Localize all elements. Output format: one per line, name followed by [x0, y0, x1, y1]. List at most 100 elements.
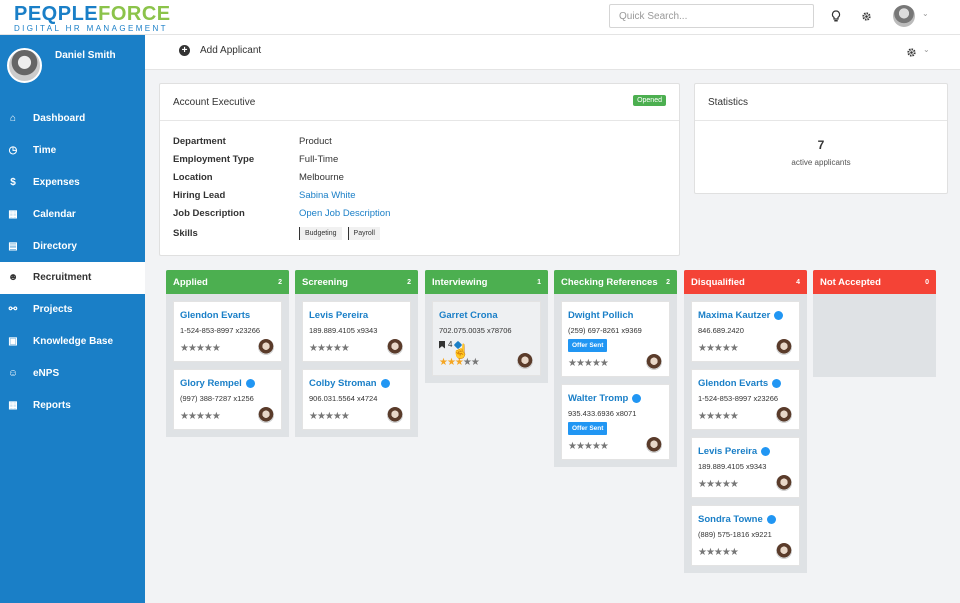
user-avatar[interactable]: [893, 5, 915, 27]
chevron-down-icon[interactable]: ⌄: [922, 9, 929, 18]
home-icon: ⌂: [9, 113, 17, 125]
rating-stars[interactable]: ★★★★★: [568, 358, 609, 369]
sidebar-item-label: Reports: [33, 399, 71, 411]
settings-chevron-down-icon[interactable]: ⌄: [923, 45, 930, 54]
sidebar-nav: ⌂ Dashboard ◷ Time $ Expenses ▦ Calendar ▤ Direct…: [0, 103, 145, 421]
avatar: [387, 339, 403, 355]
status-dot-icon: [380, 379, 390, 388]
sidebar-item-knowledge-base[interactable]: ▣ Knowledge Base: [0, 326, 145, 358]
hand-cursor-icon: ☝: [452, 343, 470, 359]
add-applicant-button[interactable]: + Add Applicant: [179, 45, 261, 56]
rating-stars[interactable]: ★★★★★: [698, 547, 739, 558]
pipeline-column-not-accepted: Not Accepted 0: [813, 270, 936, 377]
applicant-card[interactable]: Sondra Towne (889) 575-1816 x9221 ★★★★★: [691, 505, 800, 566]
applicant-card[interactable]: Maxima Kautzer 846.689.2420 ★★★★★: [691, 301, 800, 362]
pipeline-column-applied: Applied 2 Glendon Evarts 1-524-853-8997 x23…: [166, 270, 289, 437]
rating-stars[interactable]: ★★★★★: [309, 343, 350, 354]
rating-stars[interactable]: ★★★★★: [698, 411, 739, 422]
sidebar-item-enps[interactable]: ☺ eNPS: [0, 357, 145, 389]
avatar: [776, 475, 792, 491]
rating-stars[interactable]: ★★★★★: [568, 441, 609, 452]
column-header[interactable]: Not Accepted 0: [813, 270, 936, 294]
column-body: Maxima Kautzer 846.689.2420 ★★★★★ Glendon E…: [684, 294, 807, 566]
sidebar-item-dashboard[interactable]: ⌂ Dashboard: [0, 103, 145, 135]
applicant-card[interactable]: Dwight Pollich (259) 697-8261 x9369 Offer …: [561, 301, 670, 377]
column-header[interactable]: Screening 2: [295, 270, 418, 294]
sidebar-user[interactable]: Daniel Smith: [0, 35, 145, 97]
avatar: [258, 407, 274, 423]
applicant-phone: (997) 388-7287 x1256: [180, 394, 254, 403]
rating-stars[interactable]: ★★★★★: [180, 343, 221, 354]
lightbulb-icon[interactable]: [828, 8, 844, 24]
rating-stars[interactable]: ★★★★★: [180, 411, 221, 422]
applicant-name[interactable]: Glendon Evarts: [698, 378, 768, 389]
applicant-card[interactable]: Walter Tromp 935.433.6936 x8071 Offer Sent…: [561, 384, 670, 460]
status-dot-icon: [761, 447, 771, 456]
sidebar-item-directory[interactable]: ▤ Directory: [0, 230, 145, 262]
applicant-name[interactable]: Garret Crona: [439, 310, 498, 321]
calendar-icon: ▦: [8, 208, 18, 220]
sidebar-item-time[interactable]: ◷ Time: [0, 135, 145, 167]
applicant-card[interactable]: Glendon Evarts 1-524-853-8997 x23266 ★★★★★: [173, 301, 282, 362]
applicant-name[interactable]: Glendon Evarts: [180, 310, 250, 321]
sidebar-item-expenses[interactable]: $ Expenses: [0, 167, 145, 199]
job-field-row: Hiring Lead Sabina White: [173, 186, 666, 204]
applicant-name[interactable]: Colby Stroman: [309, 378, 377, 389]
job-title: Account Executive: [173, 96, 256, 108]
field-value: Full-Time: [299, 153, 339, 165]
logo-tagline: DIGITAL HR MANAGEMENT: [14, 24, 168, 33]
column-title: Interviewing: [432, 276, 488, 288]
quick-search-input[interactable]: [609, 4, 814, 28]
sidebar-item-label: Projects: [33, 304, 73, 316]
sidebar-item-label: Recruitment: [33, 272, 92, 284]
job-field-row: Employment Type Full-Time: [173, 150, 666, 168]
applicant-card[interactable]: Glory Rempel (997) 388-7287 x1256 ★★★★★: [173, 369, 282, 430]
sidebar-item-recruitment[interactable]: ☻ Recruitment: [0, 261, 145, 294]
applicant-card[interactable]: Colby Stroman 906.031.5564 x4724 ★★★★★: [302, 369, 411, 430]
gear-icon[interactable]: [858, 8, 874, 24]
applicant-name[interactable]: Maxima Kautzer: [698, 310, 770, 321]
applicant-card[interactable]: Levis Pereira 189.889.4105 x9343 ★★★★★: [691, 437, 800, 498]
sidebar-item-calendar[interactable]: ▦ Calendar: [0, 198, 145, 230]
job-field-row: Location Melbourne: [173, 168, 666, 186]
applicant-name[interactable]: Glory Rempel: [180, 378, 242, 389]
rating-stars[interactable]: ★★★★★: [698, 479, 739, 490]
rating-stars[interactable]: ★★★★★: [698, 343, 739, 354]
field-value: Melbourne: [299, 171, 344, 183]
column-count: 4: [796, 278, 800, 286]
applicant-phone: (889) 575-1816 x9221: [698, 530, 772, 539]
field-label: Employment Type: [173, 153, 255, 165]
status-dot-icon: [245, 379, 255, 388]
settings-gear-icon[interactable]: [903, 44, 919, 60]
skill-tag: Payroll: [347, 226, 380, 240]
user-name: Daniel Smith: [55, 50, 116, 61]
applicant-name[interactable]: Walter Tromp: [568, 393, 628, 404]
applicant-phone: 1-524-853-8997 x23266: [698, 394, 779, 403]
rating-stars[interactable]: ★★★★★: [309, 411, 350, 422]
table-icon: ▦: [8, 399, 18, 411]
applicant-name[interactable]: Dwight Pollich: [568, 310, 633, 321]
statistics-title: Statistics: [708, 96, 749, 108]
peopleforce-logo[interactable]: PEQPLEFORCE DIGITAL HR MANAGEMENT: [14, 4, 171, 33]
column-header[interactable]: Applied 2: [166, 270, 289, 294]
bookmark-icon: [439, 340, 445, 349]
column-count: 1: [537, 278, 541, 286]
avatar: [776, 407, 792, 423]
smile-icon: ☺: [7, 367, 19, 379]
applicant-card[interactable]: Levis Pereira 189.889.4105 x9343 ★★★★★: [302, 301, 411, 362]
sidebar-item-projects[interactable]: ⚯ Projects: [0, 294, 145, 326]
column-header[interactable]: Disqualified 4: [684, 270, 807, 294]
field-label: Department: [173, 135, 226, 147]
applicant-name[interactable]: Levis Pereira: [698, 446, 757, 457]
applicant-name[interactable]: Levis Pereira: [309, 310, 368, 321]
column-header[interactable]: Checking References 2: [554, 270, 677, 294]
field-link[interactable]: Open Job Description: [299, 208, 390, 219]
status-dot-icon: [772, 379, 782, 388]
field-link[interactable]: Sabina White: [299, 190, 356, 201]
applicant-card[interactable]: Glendon Evarts 1-524-853-8997 x23266 ★★★★★: [691, 369, 800, 430]
sidebar-item-reports[interactable]: ▦ Reports: [0, 389, 145, 421]
column-header[interactable]: Interviewing 1: [425, 270, 548, 294]
applicant-name[interactable]: Sondra Towne: [698, 514, 763, 525]
applicant-card[interactable]: Garret Crona 702.075.0035 x78706 4 ★★★★★: [432, 301, 541, 376]
book-icon: ▣: [8, 335, 18, 347]
